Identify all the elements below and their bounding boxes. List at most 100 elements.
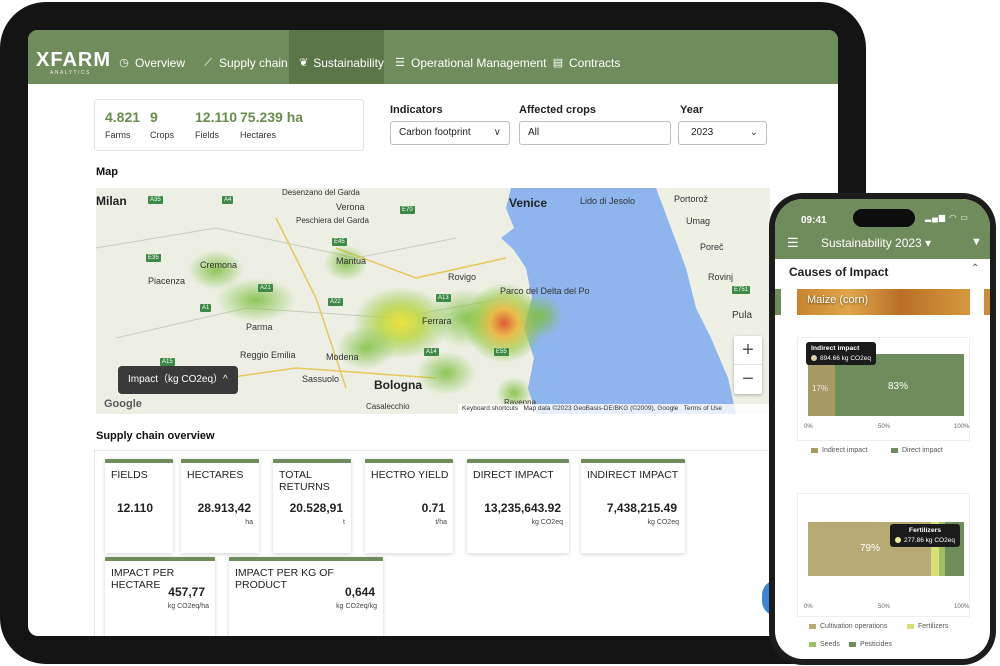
impact-causes-chart: 79% Fertilizers 277.86 kg CO2eq 0% 50% 1…	[797, 493, 970, 617]
kpi-card-hectares: HECTARES 28.913,42 ha	[181, 459, 259, 553]
heatmap-map[interactable]: Milan Desenzano del Garda Verona Peschie…	[96, 188, 770, 414]
document-icon: ▤	[552, 57, 564, 69]
impact-legend-button[interactable]: Impact（kg CO2eq）^	[118, 366, 238, 394]
affected-crops-input[interactable]: All	[519, 121, 671, 145]
dynamic-island	[853, 209, 915, 227]
map-place-label: Umag	[686, 216, 711, 226]
keyboard-shortcuts-link[interactable]: Keyboard shortcuts	[462, 405, 518, 412]
legend-item[interactable]: Seeds	[809, 641, 840, 648]
carousel-next-edge[interactable]	[984, 289, 990, 315]
stat-label: Crops	[150, 130, 175, 140]
kpi-card-impact-per-hectare: IMPACT PER HECTARE 457,77 kg CO2eq/ha	[105, 557, 215, 636]
map-place-label: Ferrara	[422, 316, 452, 326]
map-place-label: Piacenza	[148, 276, 186, 286]
kpi-unit: t/ha	[435, 519, 447, 526]
kpi-card-indirect-impact: INDIRECT IMPACT 7,438,215.49 kg CO2eq	[581, 459, 685, 553]
map-data-credit: Map data ©2023 GeoBasis-DE/BKG (©2009), …	[523, 405, 679, 412]
map-place-label: Verona	[336, 202, 365, 212]
stat-value: 12.110	[195, 109, 238, 125]
tooltip-title: Fertilizers	[908, 527, 942, 534]
kpi-card-impact-per-kg: IMPACT PER KG OF PRODUCT 0,644 kg CO2eq/…	[229, 557, 383, 636]
kpi-value: 28.913,42	[197, 501, 251, 515]
road-marker: A21	[258, 284, 273, 292]
map-place-label: Lido di Jesolo	[580, 196, 636, 206]
legend-item[interactable]: Pesticides	[849, 641, 892, 648]
legend-label: Direct impact	[902, 447, 943, 454]
mobile-title[interactable]: Sustainability 2023 ▾	[821, 236, 931, 250]
legend-item[interactable]: Indirect impact	[811, 447, 868, 454]
zoom-in-button[interactable]: +	[734, 336, 762, 365]
affected-crops-label: Affected crops	[519, 104, 597, 116]
kpi-unit: ha	[245, 519, 253, 526]
nav-label: Overview	[135, 56, 186, 70]
indicators-value: Carbon footprint	[399, 127, 471, 138]
nav-contracts[interactable]: ▤ Contracts	[542, 30, 630, 84]
tooltip-value: 894.66 kg CO2eq	[820, 355, 871, 362]
kpi-unit: kg CO2eq	[647, 519, 679, 526]
carousel-prev-edge[interactable]	[775, 289, 781, 315]
map-place-label: Mantua	[336, 256, 367, 266]
kpi-title: FIELDS	[111, 469, 148, 481]
axis-tick: 50%	[878, 424, 891, 430]
crop-card[interactable]: Maize (corn)	[797, 289, 970, 315]
map-place-label: Reggio Emilia	[240, 350, 296, 360]
tooltip-indirect: Indirect impact 894.66 kg CO2eq	[806, 342, 876, 365]
road-marker: A15	[160, 358, 175, 366]
kpi-value: 12.110	[116, 501, 153, 515]
road-marker: A4	[222, 196, 234, 204]
map-place-label: Peschiera del Garda	[296, 216, 369, 225]
chart-line-icon: ⟋	[204, 57, 212, 69]
map-place-label: Parma	[246, 322, 273, 332]
map-place-label: Rovigo	[448, 272, 477, 282]
terms-of-use-link[interactable]: Terms of Use	[684, 405, 722, 412]
stat-farms: 4.821 Farms	[105, 108, 140, 140]
kpi-value: 0,644	[344, 585, 375, 599]
indicators-select[interactable]: Carbon footprint ∨	[390, 121, 510, 145]
stat-value: 75.239 ha	[240, 109, 304, 125]
kpi-value: 457,77	[168, 585, 205, 599]
kpi-title: HECTRO YIELD	[371, 469, 449, 481]
nav-operational-management[interactable]: ☰ Operational Management	[384, 30, 556, 84]
nav-overview[interactable]: ◷ Overview	[108, 30, 195, 84]
kpi-card-hectro-yield: HECTRO YIELD 0.71 t/ha	[365, 459, 453, 553]
tablet-frame: XFARM ANALYTICS ◷ Overview ⟋ Supply chai…	[0, 2, 866, 664]
legend-label: Indirect impact	[822, 447, 868, 454]
chevron-down-icon: ⌄	[749, 127, 758, 138]
map-place-label: Venice	[509, 196, 548, 210]
kpi-unit: kg CO2eq/ha	[167, 603, 209, 610]
zoom-out-button[interactable]: −	[734, 365, 762, 394]
legend-item[interactable]: Direct impact	[891, 447, 943, 454]
kpi-title: HECTARES	[187, 469, 244, 481]
logo-subtitle: ANALYTICS	[50, 70, 91, 76]
road-marker: A1	[200, 304, 212, 312]
nav-label: Contracts	[569, 56, 621, 70]
top-navbar: XFARM ANALYTICS ◷ Overview ⟋ Supply chai…	[28, 30, 838, 84]
map-attribution: Keyboard shortcuts Map data ©2023 GeoBas…	[458, 404, 770, 414]
legend-label: Fertilizers	[918, 623, 949, 630]
nav-supply-chain[interactable]: ⟋ Supply chain	[192, 30, 298, 84]
legend-item[interactable]: Cultivation operations	[809, 623, 887, 630]
legend-item[interactable]: Fertilizers	[907, 623, 948, 630]
list-icon: ☰	[395, 57, 405, 69]
kpi-title: INDIRECT IMPACT	[587, 469, 679, 481]
year-select[interactable]: 2023 ⌄	[678, 121, 767, 145]
kpi-value: 13,235,643.92	[484, 501, 561, 515]
map-place-label: Desenzano del Garda	[282, 188, 360, 197]
filter-icon[interactable]: ▼	[971, 236, 982, 248]
kpi-unit: t	[343, 519, 345, 526]
legend-swatch	[809, 641, 816, 647]
kpi-title: DIRECT IMPACT	[473, 469, 554, 481]
kpi-grid: FIELDS 12.110 HECTARES 28.913,42 ha TOTA…	[94, 450, 838, 636]
kpi-value: 0.71	[421, 501, 445, 515]
nav-sustainability[interactable]: ❦ Sustainability	[289, 30, 384, 84]
xfarm-logo[interactable]: XFARM	[36, 50, 111, 70]
legend-label: Cultivation operations	[820, 623, 888, 630]
kpi-unit: kg CO2eq/kg	[336, 603, 377, 610]
chevron-up-icon[interactable]: ⌃	[971, 263, 979, 274]
legend-swatch	[891, 447, 898, 453]
road-marker: E751	[732, 286, 751, 294]
hamburger-menu-icon[interactable]: ☰	[787, 235, 799, 251]
kpi-unit: kg CO2eq	[531, 519, 563, 526]
chevron-down-icon: ∨	[493, 127, 501, 138]
map-place-label: Portorož	[674, 194, 709, 204]
